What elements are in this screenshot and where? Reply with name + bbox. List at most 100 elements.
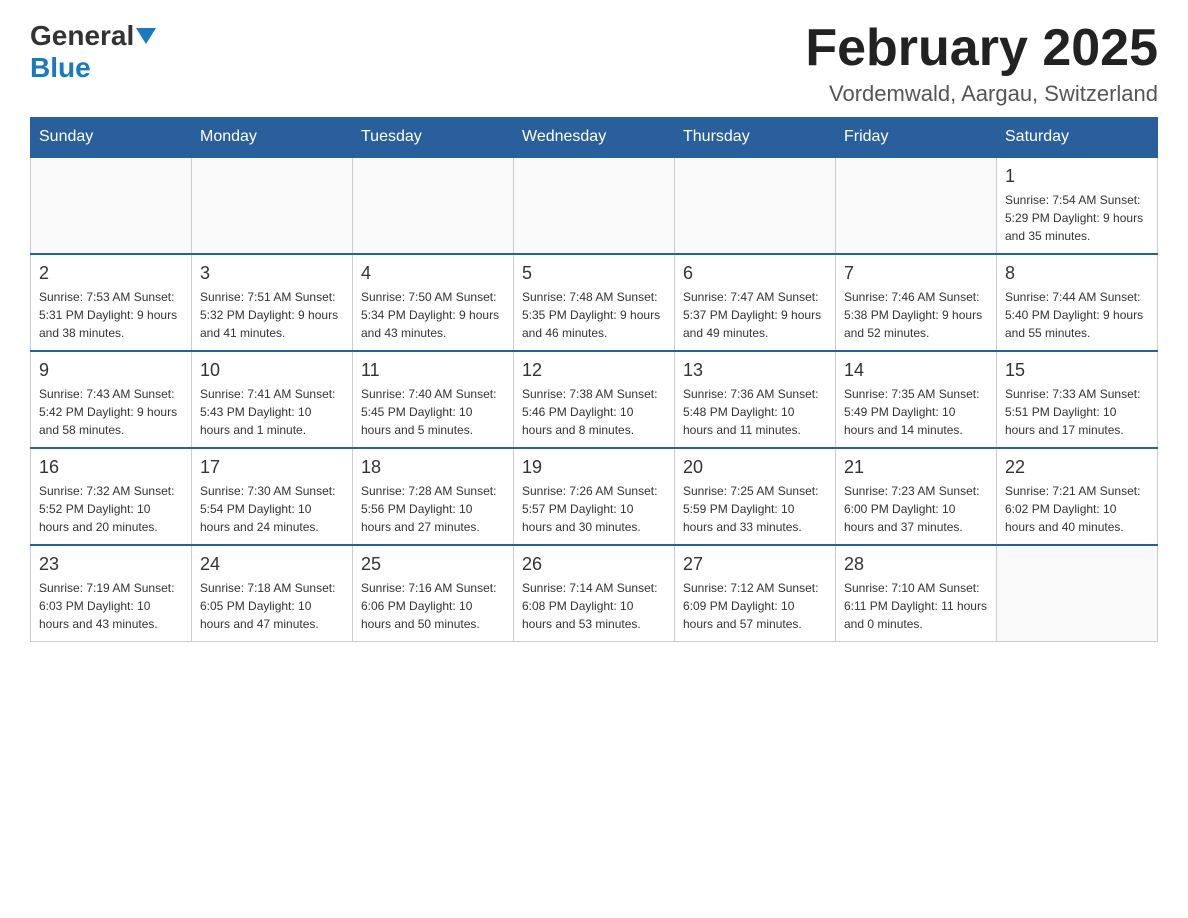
day-number: 5 — [522, 263, 666, 284]
day-info: Sunrise: 7:53 AM Sunset: 5:31 PM Dayligh… — [39, 288, 183, 342]
day-info: Sunrise: 7:48 AM Sunset: 5:35 PM Dayligh… — [522, 288, 666, 342]
day-info: Sunrise: 7:28 AM Sunset: 5:56 PM Dayligh… — [361, 482, 505, 536]
calendar-cell: 5 Sunrise: 7:48 AM Sunset: 5:35 PM Daylig… — [514, 254, 675, 351]
calendar-cell — [192, 157, 353, 254]
calendar-cell: 24 Sunrise: 7:18 AM Sunset: 6:05 PM Dayli… — [192, 545, 353, 642]
calendar-week-row: 9 Sunrise: 7:43 AM Sunset: 5:42 PM Daylig… — [31, 351, 1158, 448]
calendar-cell: 9 Sunrise: 7:43 AM Sunset: 5:42 PM Daylig… — [31, 351, 192, 448]
day-number: 8 — [1005, 263, 1149, 284]
title-section: February 2025 Vordemwald, Aargau, Switze… — [805, 20, 1158, 107]
day-number: 22 — [1005, 457, 1149, 478]
day-info: Sunrise: 7:10 AM Sunset: 6:11 PM Dayligh… — [844, 579, 988, 633]
calendar-cell: 3Sunrise: 7:51 AM Sunset: 5:32 PM Daylig… — [192, 254, 353, 351]
day-number: 2 — [39, 263, 183, 284]
calendar-cell: 22 Sunrise: 7:21 AM Sunset: 6:02 PM Dayli… — [997, 448, 1158, 545]
day-info: Sunrise: 7:26 AM Sunset: 5:57 PM Dayligh… — [522, 482, 666, 536]
day-number: 13 — [683, 360, 827, 381]
calendar-cell: 17 Sunrise: 7:30 AM Sunset: 5:54 PM Dayli… — [192, 448, 353, 545]
calendar-cell — [353, 157, 514, 254]
day-number: 27 — [683, 554, 827, 575]
day-number: 20 — [683, 457, 827, 478]
day-number: 6 — [683, 263, 827, 284]
calendar-cell: 10 Sunrise: 7:41 AM Sunset: 5:43 PM Dayli… — [192, 351, 353, 448]
day-info: Sunrise: 7:38 AM Sunset: 5:46 PM Dayligh… — [522, 385, 666, 439]
day-number: 3 — [200, 263, 344, 284]
day-number: 23 — [39, 554, 183, 575]
calendar-cell — [997, 545, 1158, 642]
day-info: Sunrise: 7:47 AM Sunset: 5:37 PM Dayligh… — [683, 288, 827, 342]
calendar-cell: 7 Sunrise: 7:46 AM Sunset: 5:38 PM Daylig… — [836, 254, 997, 351]
calendar-table: SundayMondayTuesdayWednesdayThursdayFrid… — [30, 117, 1158, 642]
weekday-header-saturday: Saturday — [997, 118, 1158, 158]
day-info: Sunrise: 7:12 AM Sunset: 6:09 PM Dayligh… — [683, 579, 827, 633]
day-info: Sunrise: 7:32 AM Sunset: 5:52 PM Dayligh… — [39, 482, 183, 536]
calendar-cell: 2 Sunrise: 7:53 AM Sunset: 5:31 PM Daylig… — [31, 254, 192, 351]
page-header: General Blue February 2025 Vordemwald, A… — [30, 20, 1158, 107]
calendar-cell: 8 Sunrise: 7:44 AM Sunset: 5:40 PM Daylig… — [997, 254, 1158, 351]
weekday-header-row: SundayMondayTuesdayWednesdayThursdayFrid… — [31, 118, 1158, 158]
calendar-cell: 23Sunrise: 7:19 AM Sunset: 6:03 PM Dayli… — [31, 545, 192, 642]
day-number: 26 — [522, 554, 666, 575]
day-number: 1 — [1005, 166, 1149, 187]
calendar-cell: 26 Sunrise: 7:14 AM Sunset: 6:08 PM Dayli… — [514, 545, 675, 642]
logo: General Blue — [30, 20, 158, 84]
day-info: Sunrise: 7:46 AM Sunset: 5:38 PM Dayligh… — [844, 288, 988, 342]
day-info: Sunrise: 7:44 AM Sunset: 5:40 PM Dayligh… — [1005, 288, 1149, 342]
day-info: Sunrise: 7:54 AM Sunset: 5:29 PM Dayligh… — [1005, 191, 1149, 245]
month-title: February 2025 — [805, 20, 1158, 77]
weekday-header-tuesday: Tuesday — [353, 118, 514, 158]
day-number: 24 — [200, 554, 344, 575]
calendar-cell: 21 Sunrise: 7:23 AM Sunset: 6:00 PM Dayli… — [836, 448, 997, 545]
day-info: Sunrise: 7:25 AM Sunset: 5:59 PM Dayligh… — [683, 482, 827, 536]
weekday-header-thursday: Thursday — [675, 118, 836, 158]
calendar-cell: 27 Sunrise: 7:12 AM Sunset: 6:09 PM Dayli… — [675, 545, 836, 642]
day-info: Sunrise: 7:23 AM Sunset: 6:00 PM Dayligh… — [844, 482, 988, 536]
calendar-cell: 19 Sunrise: 7:26 AM Sunset: 5:57 PM Dayli… — [514, 448, 675, 545]
calendar-cell: 12 Sunrise: 7:38 AM Sunset: 5:46 PM Dayli… — [514, 351, 675, 448]
weekday-header-wednesday: Wednesday — [514, 118, 675, 158]
weekday-header-friday: Friday — [836, 118, 997, 158]
day-info: Sunrise: 7:30 AM Sunset: 5:54 PM Dayligh… — [200, 482, 344, 536]
weekday-header-sunday: Sunday — [31, 118, 192, 158]
day-number: 11 — [361, 360, 505, 381]
day-info: Sunrise: 7:43 AM Sunset: 5:42 PM Dayligh… — [39, 385, 183, 439]
calendar-cell: 28 Sunrise: 7:10 AM Sunset: 6:11 PM Dayli… — [836, 545, 997, 642]
calendar-cell: 14 Sunrise: 7:35 AM Sunset: 5:49 PM Dayli… — [836, 351, 997, 448]
calendar-cell: 11 Sunrise: 7:40 AM Sunset: 5:45 PM Dayli… — [353, 351, 514, 448]
day-number: 12 — [522, 360, 666, 381]
day-info: Sunrise: 7:41 AM Sunset: 5:43 PM Dayligh… — [200, 385, 344, 439]
calendar-cell: 16 Sunrise: 7:32 AM Sunset: 5:52 PM Dayli… — [31, 448, 192, 545]
day-number: 7 — [844, 263, 988, 284]
day-number: 17 — [200, 457, 344, 478]
calendar-week-row: 2 Sunrise: 7:53 AM Sunset: 5:31 PM Daylig… — [31, 254, 1158, 351]
logo-general-text: General — [30, 20, 134, 52]
calendar-cell: 4Sunrise: 7:50 AM Sunset: 5:34 PM Daylig… — [353, 254, 514, 351]
calendar-week-row: 1 Sunrise: 7:54 AM Sunset: 5:29 PM Daylig… — [31, 157, 1158, 254]
calendar-cell — [836, 157, 997, 254]
calendar-week-row: 16 Sunrise: 7:32 AM Sunset: 5:52 PM Dayli… — [31, 448, 1158, 545]
calendar-cell — [31, 157, 192, 254]
day-info: Sunrise: 7:35 AM Sunset: 5:49 PM Dayligh… — [844, 385, 988, 439]
day-info: Sunrise: 7:36 AM Sunset: 5:48 PM Dayligh… — [683, 385, 827, 439]
day-number: 28 — [844, 554, 988, 575]
day-number: 9 — [39, 360, 183, 381]
day-info: Sunrise: 7:50 AM Sunset: 5:34 PM Dayligh… — [361, 288, 505, 342]
day-info: Sunrise: 7:33 AM Sunset: 5:51 PM Dayligh… — [1005, 385, 1149, 439]
calendar-cell: 13 Sunrise: 7:36 AM Sunset: 5:48 PM Dayli… — [675, 351, 836, 448]
calendar-cell: 15Sunrise: 7:33 AM Sunset: 5:51 PM Dayli… — [997, 351, 1158, 448]
logo-blue-text: Blue — [30, 52, 91, 84]
day-info: Sunrise: 7:21 AM Sunset: 6:02 PM Dayligh… — [1005, 482, 1149, 536]
day-info: Sunrise: 7:14 AM Sunset: 6:08 PM Dayligh… — [522, 579, 666, 633]
day-number: 21 — [844, 457, 988, 478]
day-info: Sunrise: 7:18 AM Sunset: 6:05 PM Dayligh… — [200, 579, 344, 633]
weekday-header-monday: Monday — [192, 118, 353, 158]
day-number: 10 — [200, 360, 344, 381]
day-number: 19 — [522, 457, 666, 478]
day-number: 18 — [361, 457, 505, 478]
day-info: Sunrise: 7:16 AM Sunset: 6:06 PM Dayligh… — [361, 579, 505, 633]
day-info: Sunrise: 7:40 AM Sunset: 5:45 PM Dayligh… — [361, 385, 505, 439]
calendar-cell — [675, 157, 836, 254]
calendar-cell — [514, 157, 675, 254]
day-number: 16 — [39, 457, 183, 478]
day-number: 14 — [844, 360, 988, 381]
